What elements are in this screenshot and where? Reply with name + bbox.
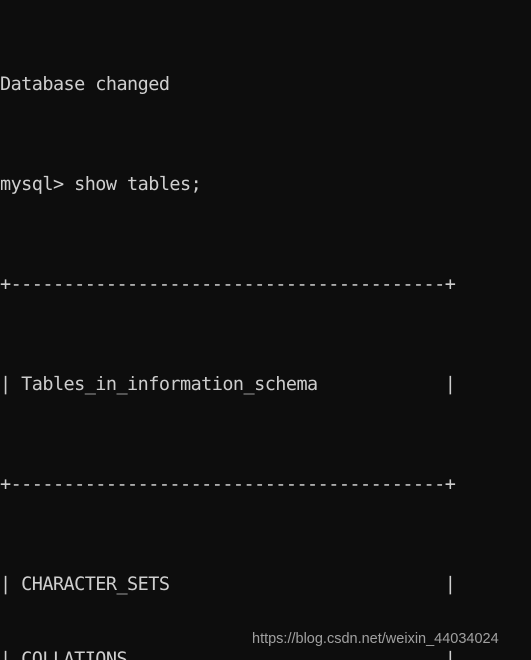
terminal-output: Database changed mysql> show tables; +--… bbox=[0, 0, 456, 660]
watermark-url: https://blog.csdn.net/weixin_44034024 bbox=[252, 631, 499, 647]
table-header-row: | Tables_in_information_schema | bbox=[0, 374, 456, 395]
status-line: Database changed bbox=[0, 74, 170, 95]
table-rule-top: +---------------------------------------… bbox=[0, 274, 456, 295]
table-row: | CHARACTER_SETS | bbox=[0, 574, 456, 595]
table-row: | COLLATIONS | bbox=[0, 649, 456, 660]
terminal-window[interactable]: Database changed mysql> show tables; +--… bbox=[0, 0, 531, 660]
table-rule-middle: +---------------------------------------… bbox=[0, 474, 456, 495]
prompt-line: mysql> show tables; bbox=[0, 174, 202, 195]
